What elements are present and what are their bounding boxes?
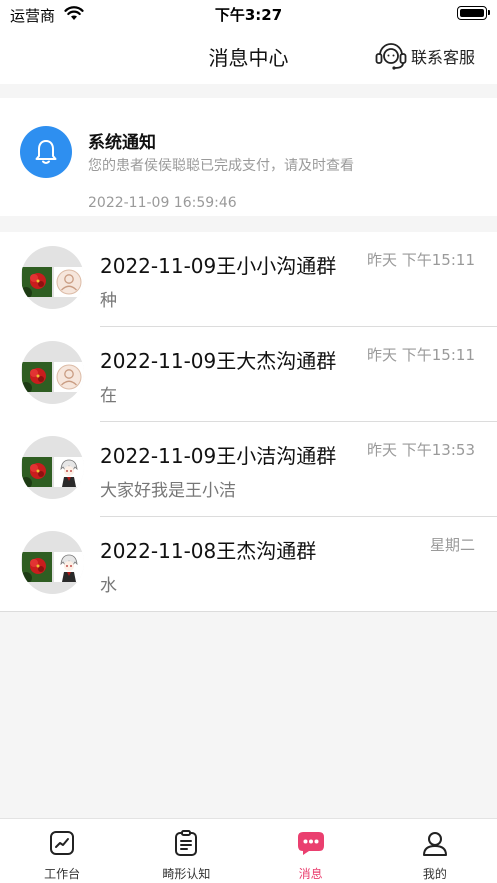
notice-time: 2022-11-09 16:59:46 xyxy=(88,195,237,211)
chat-last-message: 种 xyxy=(100,291,117,311)
chat-time: 昨天 下午13:53 xyxy=(367,441,475,459)
group-avatar xyxy=(21,436,84,499)
chat-row[interactable]: 2022-11-08王杰沟通群 水 星期二 xyxy=(0,517,497,612)
chat-group-name: 2022-11-08王杰沟通群 xyxy=(100,539,317,563)
chat-time: 星期二 xyxy=(429,536,475,554)
battery-icon xyxy=(457,6,490,20)
status-time: 下午3:27 xyxy=(214,6,283,24)
bell-icon xyxy=(35,140,57,164)
group-avatar xyxy=(21,246,84,309)
nav-bar: 消息中心 联系客服 xyxy=(0,28,497,84)
tab-workbench[interactable]: 工作台 xyxy=(0,819,124,883)
person-placeholder-avatar xyxy=(54,267,84,297)
contact-service-label: 联系客服 xyxy=(410,48,475,67)
tab-label: 工作台 xyxy=(44,867,81,881)
user-icon xyxy=(422,832,447,856)
chat-list: 2022-11-09王小小沟通群 种 昨天 下午15:11 2022-11-09… xyxy=(0,232,497,612)
workbench-icon xyxy=(50,831,75,855)
bottom-tab-bar: 工作台 畸形认知 消息 我的 xyxy=(0,818,497,883)
tab-messages[interactable]: 消息 xyxy=(249,819,373,883)
contact-service-button[interactable]: 联系客服 xyxy=(374,40,475,72)
group-avatar xyxy=(21,341,84,404)
chat-group-name: 2022-11-09王大杰沟通群 xyxy=(100,349,337,373)
chat-time: 昨天 下午15:11 xyxy=(367,346,475,364)
notice-title: 系统通知 xyxy=(88,133,156,153)
chat-group-name: 2022-11-09王小洁沟通群 xyxy=(100,444,337,468)
anime-character-avatar xyxy=(54,457,84,487)
chat-row[interactable]: 2022-11-09王小小沟通群 种 昨天 下午15:11 xyxy=(0,232,497,327)
tab-label: 我的 xyxy=(422,867,447,881)
chat-last-message: 在 xyxy=(100,386,117,406)
person-placeholder-avatar xyxy=(54,362,84,392)
tab-mine[interactable]: 我的 xyxy=(373,819,497,883)
document-icon xyxy=(175,830,198,856)
system-notice-card[interactable]: 系统通知 您的患者侯侯聪聪已完成支付，请及时查看 2022-11-09 16:5… xyxy=(0,98,497,216)
headset-icon xyxy=(375,43,407,70)
message-icon xyxy=(297,832,324,855)
chat-row[interactable]: 2022-11-09王小洁沟通群 大家好我是王小洁 昨天 下午13:53 xyxy=(0,422,497,517)
flower-photo xyxy=(22,362,52,392)
tab-label: 畸形认知 xyxy=(162,867,211,881)
flower-photo xyxy=(22,552,52,582)
flower-photo xyxy=(22,267,52,297)
chat-last-message: 大家好我是王小洁 xyxy=(100,481,236,501)
tab-deformity-cognition[interactable]: 畸形认知 xyxy=(124,819,248,883)
chat-last-message: 水 xyxy=(100,576,117,596)
anime-character-avatar xyxy=(54,552,84,582)
tab-label: 消息 xyxy=(298,867,323,881)
notice-icon-badge xyxy=(20,126,72,178)
chat-row[interactable]: 2022-11-09王大杰沟通群 在 昨天 下午15:11 xyxy=(0,327,497,422)
group-avatar xyxy=(21,531,84,594)
chat-group-name: 2022-11-09王小小沟通群 xyxy=(100,254,337,278)
status-bar: 运营商 下午3:27 xyxy=(0,0,497,28)
chat-time: 昨天 下午15:11 xyxy=(367,251,475,269)
notice-text: 您的患者侯侯聪聪已完成支付，请及时查看 xyxy=(88,158,354,174)
flower-photo xyxy=(22,457,52,487)
